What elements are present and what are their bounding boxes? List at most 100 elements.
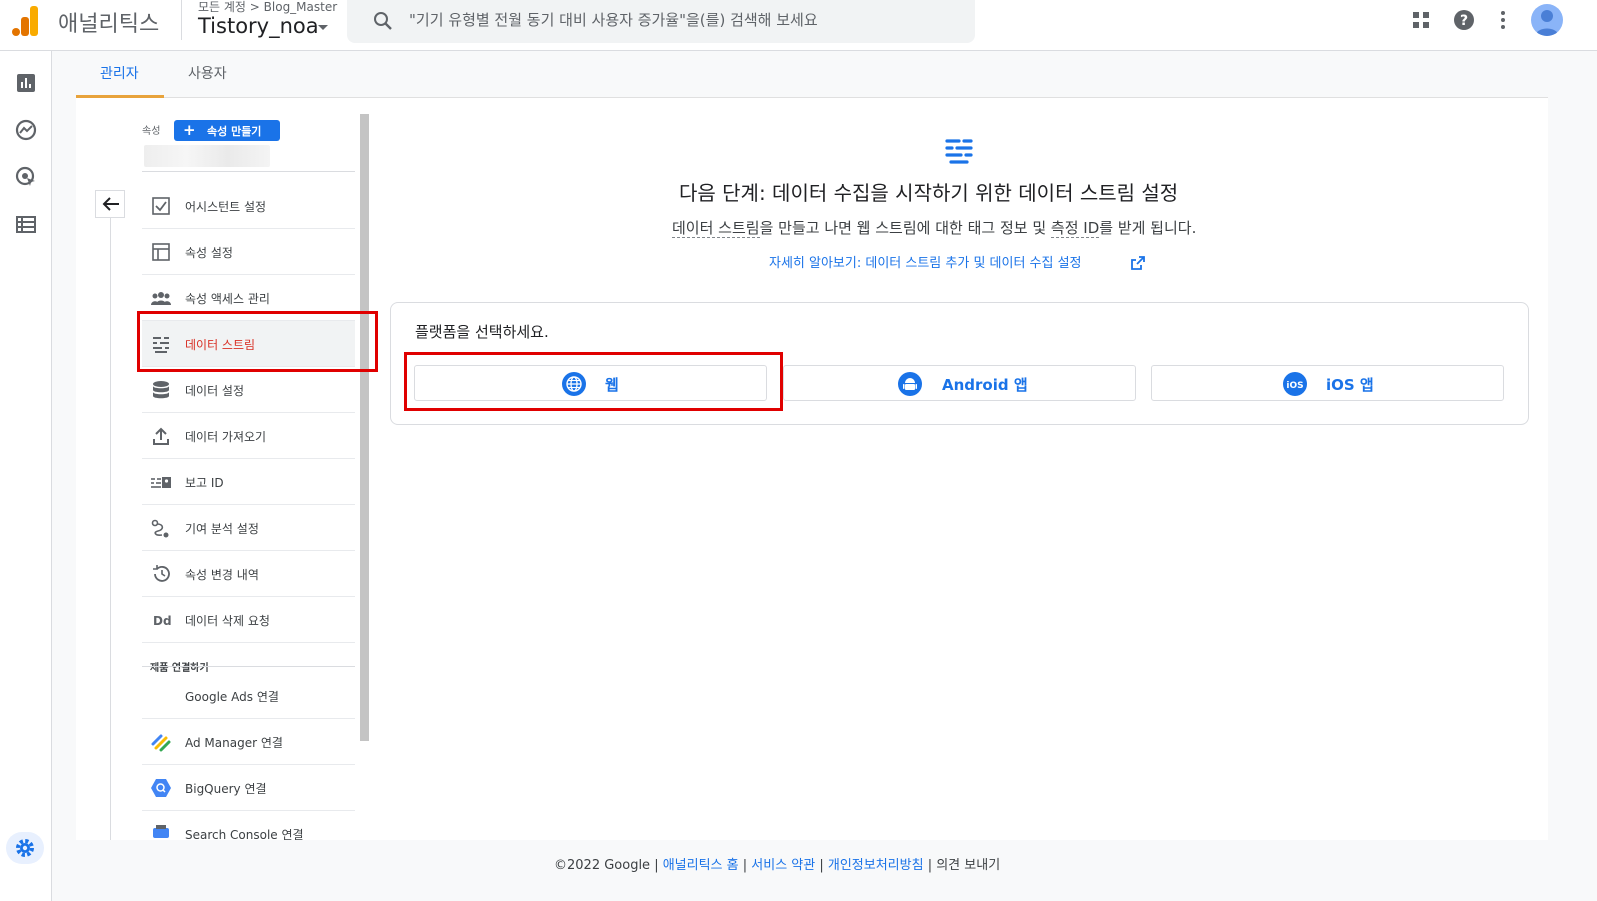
nav-item-label: Ad Manager 연결 — [185, 736, 283, 750]
svg-text:iOS: iOS — [1286, 381, 1303, 391]
nav-item-attribution-settings[interactable]: 기여 분석 설정 — [142, 505, 355, 551]
nav-item-data-import[interactable]: 데이터 가져오기 — [142, 413, 355, 459]
ios-platform-label: iOS 앱 — [1326, 376, 1374, 394]
reports-icon[interactable] — [14, 71, 38, 95]
section-divider — [142, 666, 355, 667]
analytics-logo-icon[interactable] — [12, 4, 40, 36]
description-text-end: 를 받게 됩니다. — [1099, 219, 1197, 237]
nav-item-bigquery-links[interactable]: BigQuery 연결 — [142, 765, 355, 811]
left-rail — [0, 51, 52, 901]
footer-sep: | — [815, 858, 828, 873]
svg-text:?: ? — [1460, 13, 1468, 29]
data-stream-term[interactable]: 데이터 스트림 — [672, 219, 760, 238]
account-selector[interactable]: Tistory_noa — [198, 14, 319, 38]
highlight-box-web-button — [404, 352, 783, 411]
app-name: 애널리틱스 — [58, 12, 160, 37]
description-text: 을 만들고 나면 웹 스트림에 대한 태그 정보 및 — [759, 219, 1051, 237]
terms-link[interactable]: 서비스 약관 — [751, 858, 815, 873]
search-input[interactable] — [409, 4, 959, 36]
learn-more-link[interactable]: 자세히 알아보기: 데이터 스트림 추가 및 데이터 수집 설정 — [769, 252, 1082, 271]
apps-grid-icon[interactable] — [1409, 8, 1433, 32]
android-platform-label: Android 앱 — [942, 376, 1028, 394]
nav-item-assistant-settings[interactable]: 어시스턴트 설정 — [142, 183, 355, 229]
ios-icon: iOS — [1283, 372, 1307, 396]
search-console-icon — [153, 825, 169, 838]
open-in-new-icon[interactable] — [1130, 255, 1146, 271]
property-selector-redacted[interactable] — [144, 145, 270, 167]
header-divider — [181, 0, 182, 40]
back-button[interactable] — [95, 190, 125, 218]
nav-item-label: BigQuery 연결 — [185, 782, 267, 796]
plus-icon: + — [183, 121, 196, 139]
create-property-button[interactable]: + 속성 만들기 — [174, 120, 280, 141]
nav-scrollbar[interactable] — [360, 114, 369, 741]
checkbox-icon — [152, 197, 170, 215]
platform-prompt: 플랫폼을 선택하세요. — [415, 323, 549, 341]
nav-item-google-ads-links[interactable]: Google Ads 연결 — [142, 673, 355, 719]
bigquery-icon — [151, 779, 171, 797]
svg-text:Dd: Dd — [153, 614, 172, 628]
analytics-home-link[interactable]: 애널리틱스 홈 — [663, 858, 739, 873]
caret-down-icon[interactable] — [318, 25, 328, 30]
privacy-link[interactable]: 개인정보처리방침 — [828, 858, 924, 873]
nav-item-label: 보고 ID — [185, 476, 224, 490]
admin-tabs: 관리자 사용자 — [76, 51, 1548, 99]
footer-sep: | — [738, 858, 752, 873]
nav-item-label: 데이터 설정 — [185, 384, 245, 398]
nav-item-label: 속성 변경 내역 — [185, 568, 259, 582]
property-label: 속성 — [142, 126, 161, 137]
nav-item-data-settings[interactable]: 데이터 설정 — [142, 367, 355, 413]
nav-item-label: 데이터 삭제 요청 — [185, 614, 270, 628]
page-title: 다음 단계: 데이터 수집을 시작하기 위한 데이터 스트림 설정 — [679, 181, 1179, 205]
advertising-icon[interactable] — [14, 165, 38, 189]
property-divider — [142, 171, 355, 172]
dd-icon: Dd — [153, 614, 172, 628]
nav-item-label: 어시스턴트 설정 — [185, 200, 267, 214]
android-icon — [898, 372, 922, 396]
tab-admin[interactable]: 관리자 — [100, 63, 139, 83]
avatar[interactable] — [1531, 4, 1563, 36]
nav-item-label: 기여 분석 설정 — [185, 522, 259, 536]
arrow-back-icon — [102, 197, 119, 211]
nav-item-label: Google Ads 연결 — [185, 690, 279, 704]
data-stream-hero-icon — [945, 139, 973, 164]
page-footer: ©2022 Google | 애널리틱스 홈 | 서비스 약관 | 개인정보처리… — [554, 854, 1000, 873]
more-vert-icon[interactable] — [1491, 8, 1515, 32]
nav-item-label: 속성 액세스 관리 — [185, 292, 270, 306]
layout-icon — [152, 243, 170, 261]
search-icon — [374, 12, 392, 30]
android-platform-button[interactable]: Android 앱 — [783, 365, 1136, 401]
measurement-id-term[interactable]: 측정 ID — [1050, 219, 1100, 238]
nav-item-reporting-id[interactable]: 보고 ID — [142, 459, 355, 505]
explore-icon[interactable] — [14, 118, 38, 142]
report-id-icon — [151, 477, 171, 488]
page-description: 데이터 스트림을 만들고 나면 웹 스트림에 대한 태그 정보 및 측정 ID를… — [672, 217, 1196, 238]
copyright-text: ©2022 Google — [554, 858, 651, 873]
nav-item-search-console-links[interactable]: Search Console 연결 — [142, 811, 355, 842]
nav-item-label: 데이터 가져오기 — [185, 430, 267, 444]
nav-item-property-settings[interactable]: 속성 설정 — [142, 229, 355, 275]
search-bar[interactable] — [347, 0, 975, 43]
create-property-label: 속성 만들기 — [207, 125, 262, 138]
attribution-icon — [151, 519, 169, 538]
nav-item-change-history[interactable]: 속성 변경 내역 — [142, 551, 355, 597]
configure-list-icon[interactable] — [14, 212, 38, 236]
database-icon — [153, 381, 169, 399]
nav-item-label: 속성 설정 — [185, 246, 233, 260]
ios-platform-button[interactable]: iOS iOS 앱 — [1151, 365, 1504, 401]
gear-icon — [16, 839, 34, 857]
nav-column-divider — [110, 212, 111, 840]
admin-settings-button[interactable] — [6, 832, 44, 864]
help-icon[interactable]: ? — [1452, 8, 1476, 32]
send-feedback-link[interactable]: 의견 보내기 — [936, 858, 1000, 873]
people-icon — [151, 292, 171, 305]
history-icon — [153, 565, 170, 582]
footer-sep: | — [923, 858, 937, 873]
nav-item-ad-manager-links[interactable]: Ad Manager 연결 — [142, 719, 355, 765]
nav-item-data-deletion[interactable]: Dd 데이터 삭제 요청 — [142, 597, 355, 643]
account-breadcrumb[interactable]: 모든 계정 > Blog_Master — [198, 0, 337, 15]
top-app-bar: 애널리틱스 모든 계정 > Blog_Master Tistory_noa ? — [0, 0, 1597, 51]
tab-user[interactable]: 사용자 — [188, 63, 227, 83]
nav-item-label: Search Console 연결 — [185, 828, 304, 842]
account-avatar-icon — [1535, 10, 1559, 36]
